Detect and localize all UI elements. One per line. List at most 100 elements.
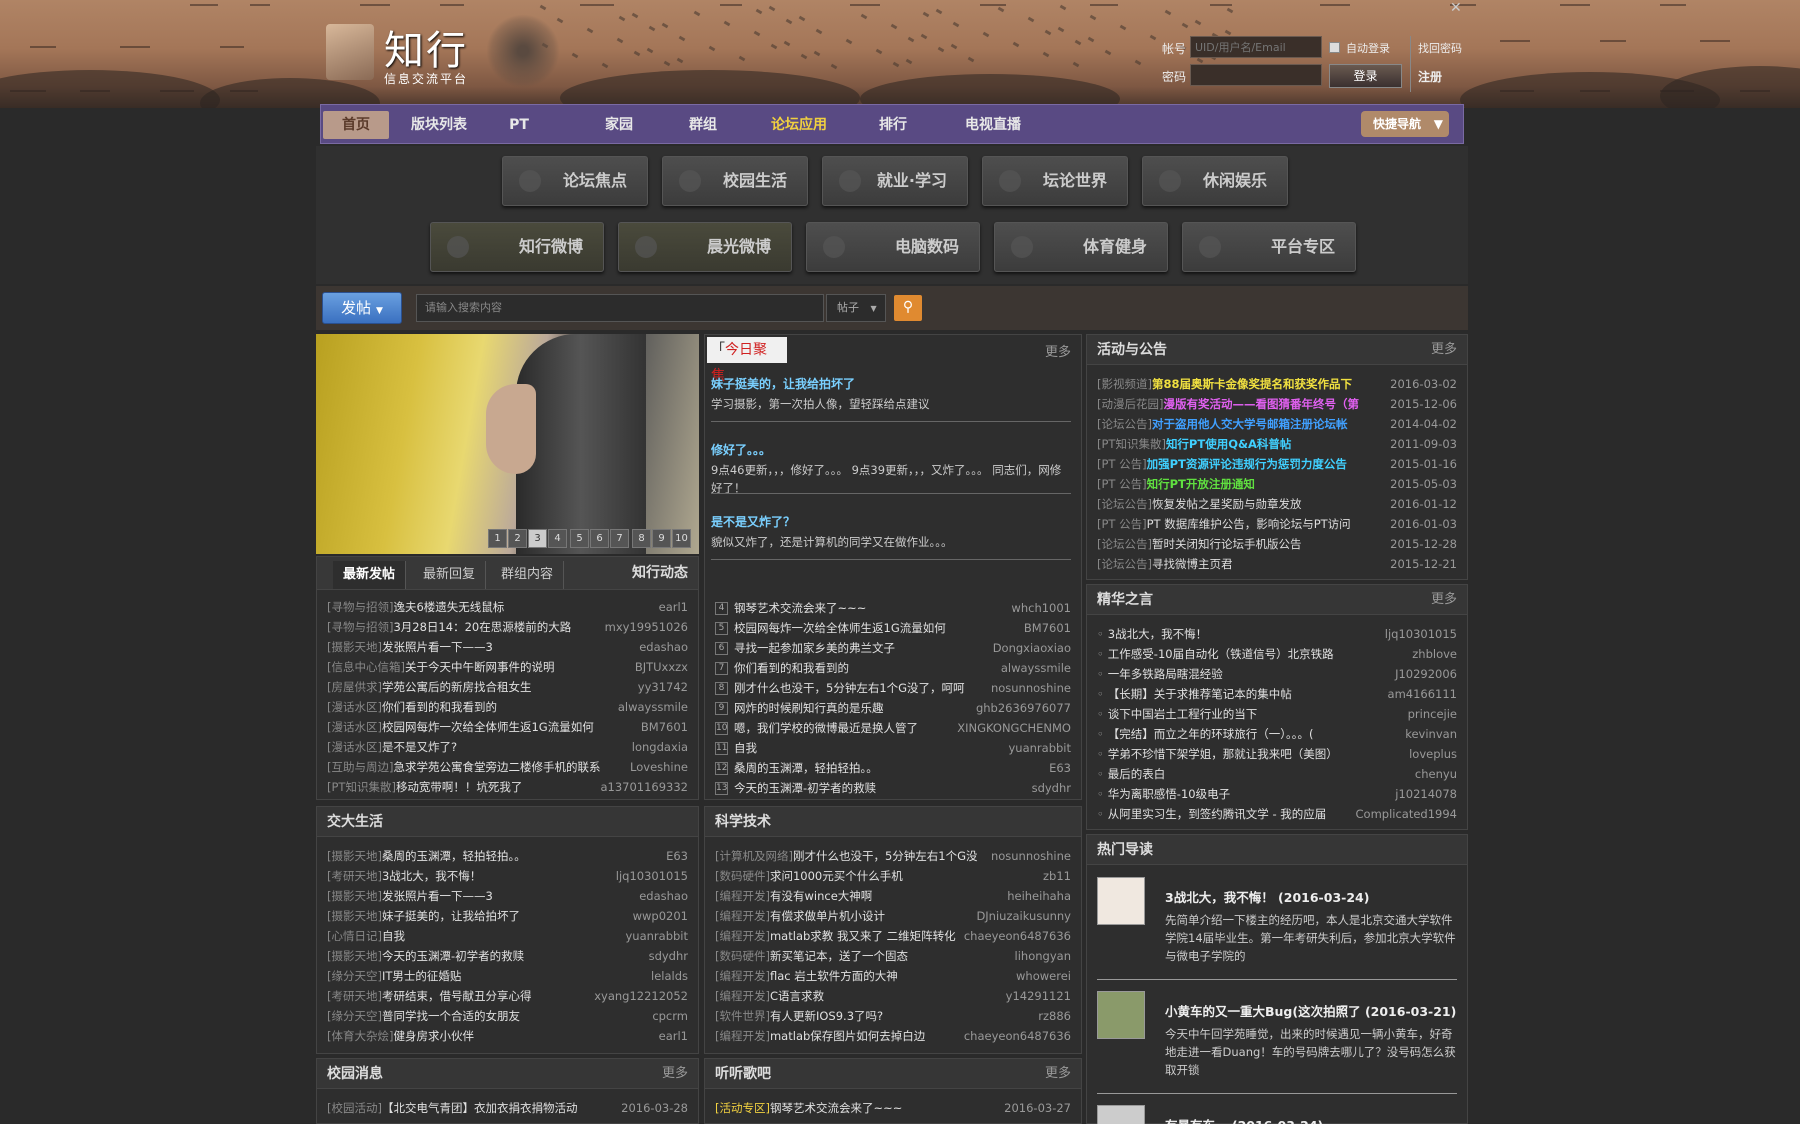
tech-category[interactable]: [编程开发] [715,929,770,943]
rank-item[interactable]: 6 寻找一起参加家乡美的弗兰文子 Dongxiaoxiao [715,639,1071,657]
list-item-title[interactable]: 3月28日14：20在思源楼前的大路 [393,620,571,634]
logo-image[interactable] [326,24,374,80]
login-button[interactable]: 登录 [1329,64,1402,88]
tech-item[interactable]: [软件世界]有人更新IOS9.3了吗? rz886 [715,1007,1071,1025]
cat-campus-life[interactable]: 校园生活 [662,156,808,206]
life-category[interactable]: [缘分天空] [327,1009,382,1023]
essence-item[interactable]: ◦ 【完结】而立之年的环球旅行（一）。。。(kevinvan [1097,725,1457,743]
life-author[interactable]: wwp0201 [626,907,688,925]
search-button[interactable]: ⚲ [894,295,922,321]
tech-item[interactable]: [编程开发]matlab求教 我又来了 二维矩阵转化 chaeyeon648763… [715,927,1071,945]
life-item[interactable]: [考研天地]3战北大，我不悔！ ljq10301015 [327,867,688,885]
tech-title[interactable]: matlab求教 我又来了 二维矩阵转化 [770,929,956,943]
rank-item[interactable]: 7 你们看到的和我看到的 alwayssmile [715,659,1071,677]
slideshow-dot[interactable]: 10 [672,529,691,548]
rank-title[interactable]: 网炸的时候刷知行真的是乐趣 [734,701,884,715]
essence-author[interactable]: ljq10301015 [1378,625,1457,643]
announce-title[interactable]: 知行PT开放注册通知 [1147,477,1255,491]
tech-title[interactable]: 刚才什么也没干，5分钟左右1个G没 [793,849,978,863]
tech-category[interactable]: [数码硬件] [715,869,770,883]
cat-forum-world[interactable]: 坛论世界 [982,156,1128,206]
essence-title[interactable]: 一年多铁路局瞎混经验 [1108,667,1223,681]
rank-author[interactable]: ghb2636976077 [969,699,1071,717]
rank-title[interactable]: 寻找一起参加家乡美的弗兰文子 [734,641,895,655]
list-item[interactable]: [寻物与招领]逸夫6楼遗失无线鼠标 earl1 [327,598,688,616]
rank-item[interactable]: 5 校园网每炸一次给全体师生返1G流量如何 BM7601 [715,619,1071,637]
rank-item[interactable]: 9 网炸的时候刷知行真的是乐趣 ghb2636976077 [715,699,1071,717]
essence-title[interactable]: 华为离职感悟-10级电子 [1108,787,1230,801]
rank-author[interactable]: sdydhr [1025,779,1071,797]
list-item-author[interactable]: a13701169332 [594,778,688,796]
essence-item[interactable]: ◦ 从阿里实习生，到签约腾讯文学 - 我的应届 Complicated1994 [1097,805,1457,823]
campus-title[interactable]: 【北交电气青团】衣加衣捐衣捐物活动 [382,1101,578,1115]
rank-author[interactable]: BM7601 [1017,619,1071,637]
rank-item[interactable]: 12 桑周的玉渊潭，轻拍轻拍。。 E63 [715,759,1071,777]
essence-author[interactable]: chenyu [1408,765,1457,783]
life-author[interactable]: sdydhr [642,947,688,965]
nav-ranking[interactable]: 排行 [871,111,915,139]
life-author[interactable]: E63 [660,847,688,865]
nav-home-space[interactable]: 家园 [597,111,641,139]
tech-item[interactable]: [数码硬件]求问1000元买个什么手机 zb11 [715,867,1071,885]
announce-category[interactable]: [论坛公告] [1097,537,1152,551]
close-icon[interactable]: ✕ [1450,0,1462,16]
tech-author[interactable]: zb11 [1037,867,1071,885]
slideshow-dot[interactable]: 1 [488,529,507,548]
list-item-author[interactable]: longdaxia [625,738,688,756]
logo-text[interactable]: 知行 [384,18,468,76]
life-item[interactable]: [心情日记]自我 yuanrabbit [327,927,688,945]
list-item[interactable]: [漫话水区]是不是又炸了? longdaxia [327,738,688,756]
tech-category[interactable]: [数码硬件] [715,949,770,963]
slideshow-dot[interactable]: 2 [508,529,527,548]
avatar[interactable] [1097,1105,1145,1124]
announce-title[interactable]: 漫版有奖活动——看图猜番年终号（第 [1163,397,1359,411]
password-input[interactable] [1190,64,1322,86]
campus-item[interactable]: [校园活动]【北交电气青团】衣加衣捐衣捐物活动 2016-03-28 [327,1099,688,1117]
essence-author[interactable]: Complicated1994 [1349,805,1457,823]
tab-latest-posts[interactable]: 最新发帖 [333,561,407,589]
tech-author[interactable]: DJniuzaikusunny [970,907,1071,925]
hot-item-title[interactable]: 3战北大，我不悔！ (2016-03-24) [1165,887,1369,906]
rank-title[interactable]: 你们看到的和我看到的 [734,661,849,675]
tech-title[interactable]: C语言求救 [770,989,824,1003]
life-title[interactable]: 桑周的玉渊潭，轻拍轻拍。。 [382,849,526,863]
cat-zhixing-weibo[interactable]: 知行微博 [430,222,604,272]
rank-title[interactable]: 桑周的玉渊潭，轻拍轻拍。。 [734,761,878,775]
essence-item[interactable]: ◦ 一年多铁路局瞎混经验 J10292006 [1097,665,1457,683]
tech-author[interactable]: whowerei [1010,967,1071,985]
announce-item[interactable]: [影视频道]第88届奥斯卡金像奖提名和获奖作品下 2016-03-02 [1097,375,1457,393]
life-title[interactable]: IT男士的征婚贴 [382,969,461,983]
list-item-author[interactable]: Loveshine [624,758,688,776]
list-item-title[interactable]: 学苑公寓后的新房找合租女生 [382,680,532,694]
essence-item[interactable]: ◦ 华为离职感悟-10级电子 j10214078 [1097,785,1457,803]
announce-category[interactable]: [PT 公告] [1097,457,1147,471]
hot-item-title[interactable]: 小黄车的又一重大Bug(这次拍照了 (2016-03-21) [1165,1001,1456,1020]
rank-author[interactable]: E63 [1043,759,1071,777]
tech-title[interactable]: 求问1000元买个什么手机 [770,869,903,883]
essence-author[interactable]: loveplus [1403,745,1457,763]
life-author[interactable]: xyang12212052 [588,987,688,1005]
life-title[interactable]: 普同学找一个合适的女朋友 [382,1009,520,1023]
announce-category[interactable]: [影视频道] [1097,377,1152,391]
essence-author[interactable]: am4166111 [1381,685,1457,703]
cat-sports[interactable]: 体育健身 [994,222,1168,272]
essence-title[interactable]: 工作感受-10届自动化（铁道信号）北京铁路 [1108,647,1334,661]
tab-group-content[interactable]: 群组内容 [491,561,565,589]
essence-author[interactable]: J10292006 [1389,665,1457,683]
announce-category[interactable]: [论坛公告] [1097,497,1152,511]
essence-title[interactable]: 【完结】而立之年的环球旅行（一）。。。( [1108,727,1314,741]
rank-author[interactable]: Dongxiaoxiao [986,639,1071,657]
rank-item[interactable]: 11 自我 yuanrabbit [715,739,1071,757]
account-input[interactable] [1190,36,1322,58]
nav-home[interactable]: 首页 [323,111,389,139]
life-category[interactable]: [心情日记] [327,929,382,943]
list-item-title[interactable]: 你们看到的和我看到的 [382,700,497,714]
list-item-category[interactable]: [互助与周边] [327,760,393,774]
announce-title[interactable]: 第88届奥斯卡金像奖提名和获奖作品下 [1152,377,1352,391]
life-category[interactable]: [摄影天地] [327,849,382,863]
nav-tv-live[interactable]: 电视直播 [953,111,1033,139]
cat-platform[interactable]: 平台专区 [1182,222,1356,272]
essence-author[interactable]: zhblove [1406,645,1457,663]
tab-latest-replies[interactable]: 最新回复 [413,561,487,589]
tech-author[interactable]: chaeyeon6487636 [957,927,1071,945]
